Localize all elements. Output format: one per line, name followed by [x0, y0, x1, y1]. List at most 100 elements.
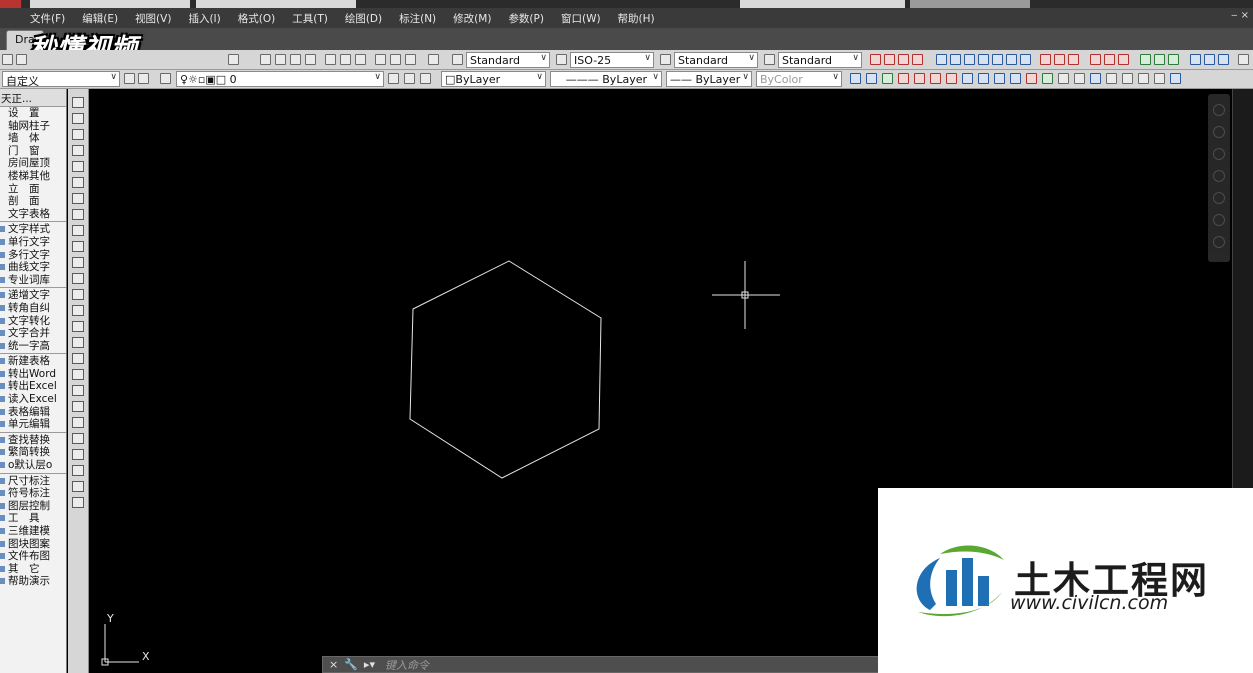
construction-line-icon[interactable] [72, 113, 84, 124]
palette-item[interactable]: 转出Word [0, 368, 66, 381]
sheet-set-icon[interactable] [375, 54, 386, 65]
palette-item[interactable]: 查找替换 [0, 434, 66, 447]
markup-icon[interactable] [390, 54, 401, 65]
dim-baseline-icon[interactable] [1006, 54, 1017, 65]
tolerance-icon[interactable] [1040, 54, 1051, 65]
point-icon[interactable] [72, 305, 84, 316]
menu-insert[interactable]: 插入(I) [188, 11, 220, 26]
tz-tool-15-icon[interactable] [1074, 73, 1085, 84]
tz-tool-14-icon[interactable] [1058, 73, 1069, 84]
orbit-nav-icon[interactable] [1213, 170, 1225, 182]
dim-diameter-icon[interactable] [964, 54, 975, 65]
palette-item[interactable]: 单元编辑 [0, 418, 66, 431]
make-current-layer-icon[interactable] [388, 73, 399, 84]
linetype-select[interactable]: ——— ByLayer ∨ [550, 71, 662, 87]
insert-block-icon[interactable] [72, 273, 84, 284]
command-input[interactable]: 键入命令 [385, 657, 429, 673]
palette-item[interactable]: 文字表格 [0, 208, 66, 221]
multiline-text-icon[interactable] [72, 385, 84, 396]
center-mark-icon[interactable] [1054, 54, 1065, 65]
color-select[interactable]: □ByLayer ∨ [441, 71, 546, 87]
tz-tool-13-icon[interactable] [1042, 73, 1053, 84]
copy-icon[interactable] [72, 449, 84, 460]
tz-tool-3-icon[interactable] [882, 73, 893, 84]
palette-item[interactable]: 三维建模 [0, 525, 66, 538]
menu-tools[interactable]: 工具(T) [292, 11, 328, 26]
palette-item[interactable]: 文件布图 [0, 550, 66, 563]
array-icon[interactable] [72, 497, 84, 508]
ellipse-arc-icon[interactable] [72, 257, 84, 268]
dim-aligned-icon[interactable] [884, 54, 895, 65]
dim-style-select[interactable]: ISO-25 ∨ [570, 52, 654, 68]
workspace-save-icon[interactable] [138, 73, 149, 84]
palette-item[interactable]: 转角自纠 [0, 302, 66, 315]
palette-item[interactable]: 新建表格 [0, 355, 66, 368]
palette-item[interactable]: 单行文字 [0, 236, 66, 249]
palette-item[interactable]: 工 具 [0, 512, 66, 525]
close-icon[interactable]: × [329, 658, 338, 671]
palette-item[interactable]: 转出Excel [0, 380, 66, 393]
redo-icon[interactable] [228, 54, 239, 65]
add-selected-icon[interactable] [72, 401, 84, 412]
search-box[interactable] [740, 0, 905, 8]
region-icon[interactable] [72, 353, 84, 364]
tz-tool-1-icon[interactable] [850, 73, 861, 84]
menu-modify[interactable]: 修改(M) [453, 11, 491, 26]
palette-item[interactable]: o默认层o [0, 459, 66, 472]
palette-item[interactable]: 帮助演示 [0, 575, 66, 588]
make-block-icon[interactable] [72, 289, 84, 300]
table-style-select[interactable]: Standard ∨ [674, 52, 758, 68]
tz-tool-2-icon[interactable] [866, 73, 877, 84]
polygon-icon[interactable] [72, 145, 84, 156]
palette-item[interactable]: 表格编辑 [0, 406, 66, 419]
copy-icon[interactable] [1218, 54, 1229, 65]
menu-help[interactable]: 帮助(H) [618, 11, 655, 26]
workspace-select[interactable]: 自定义 ∨ [2, 71, 120, 87]
arc-icon[interactable] [72, 177, 84, 188]
dim-angular-icon[interactable] [978, 54, 989, 65]
dim-continue-icon[interactable] [1020, 54, 1031, 65]
palette-item[interactable]: 繁简转换 [0, 446, 66, 459]
tz-tool-18-icon[interactable] [1122, 73, 1133, 84]
polyline-icon[interactable] [72, 129, 84, 140]
tz-tool-10-icon[interactable] [994, 73, 1005, 84]
snap-icon[interactable] [1190, 54, 1201, 65]
dim-style-icon[interactable] [556, 54, 567, 65]
pan-icon[interactable] [260, 54, 271, 65]
palette-item[interactable]: 读入Excel [0, 393, 66, 406]
dim-break-icon[interactable] [1104, 54, 1115, 65]
nav-options-icon[interactable] [1213, 214, 1225, 226]
dim-arc-icon[interactable] [898, 54, 909, 65]
new-icon[interactable] [2, 54, 13, 65]
tz-tool-8-icon[interactable] [962, 73, 973, 84]
offset-icon[interactable] [72, 481, 84, 492]
palette-item[interactable]: 递增文字 [0, 289, 66, 302]
text-style-select[interactable]: Standard ∨ [466, 52, 550, 68]
palette-item[interactable]: 文字合并 [0, 327, 66, 340]
workspace-settings-icon[interactable] [124, 73, 135, 84]
tz-tool-19-icon[interactable] [1138, 73, 1149, 84]
menu-dimension[interactable]: 标注(N) [399, 11, 436, 26]
gradient-icon[interactable] [72, 337, 84, 348]
more-tools-icon[interactable] [1238, 54, 1249, 65]
multileader-style-select[interactable]: Standard ∨ [778, 52, 862, 68]
dim-text-edit-icon[interactable] [1154, 54, 1165, 65]
table-style-icon[interactable] [660, 54, 671, 65]
customize-icon[interactable]: 🔧 [344, 658, 358, 671]
dim-radius-icon[interactable] [936, 54, 947, 65]
calculator-icon[interactable] [405, 54, 416, 65]
window-controls[interactable]: ‒ × [1231, 10, 1249, 21]
open-icon[interactable] [16, 54, 27, 65]
help-icon[interactable] [428, 54, 439, 65]
signin-area[interactable] [910, 0, 1030, 8]
layer-manager-icon[interactable] [160, 73, 171, 84]
tool-palette-icon[interactable] [355, 54, 366, 65]
hatch-icon[interactable] [72, 321, 84, 332]
plotstyle-select[interactable]: ByColor ∨ [756, 71, 842, 87]
multileader-style-icon[interactable] [764, 54, 775, 65]
layer-isolate-icon[interactable] [420, 73, 431, 84]
pan-nav-icon[interactable] [1213, 126, 1225, 138]
hexagon[interactable] [409, 260, 602, 479]
dim-space-icon[interactable] [1090, 54, 1101, 65]
zoom-previous-icon[interactable] [305, 54, 316, 65]
